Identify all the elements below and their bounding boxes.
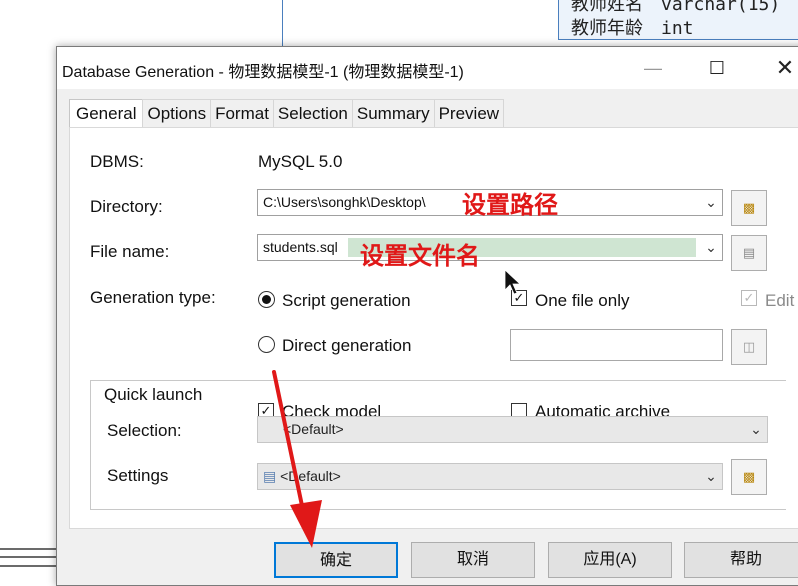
direct-generation-label[interactable]: Direct generation (282, 336, 411, 356)
check-model-label[interactable]: Check model (282, 402, 381, 416)
edit-label: Edit (765, 291, 795, 310)
directory-label: Directory: (90, 197, 163, 216)
filename-value: students.sql (263, 239, 338, 255)
chevron-down-icon[interactable]: ⌄ (700, 190, 722, 215)
script-generation-radio[interactable] (258, 291, 275, 308)
maximize-button[interactable]: ☐ (697, 53, 737, 83)
browse-settings-button[interactable]: ▩ (731, 459, 767, 495)
filename-combobox[interactable]: students.sql ⌄ (257, 234, 723, 261)
open-file-button[interactable]: ▤ (731, 235, 767, 271)
generation-type-label: Generation type: (90, 288, 216, 307)
selection-value: <Default> (283, 421, 344, 437)
chevron-down-icon[interactable]: ⌄ (700, 464, 722, 489)
browse-directory-button[interactable]: ▩ (731, 190, 767, 226)
one-file-only-checkbox[interactable]: ✓ (511, 290, 527, 306)
one-file-only-label[interactable]: One file only (535, 291, 630, 311)
dialog-titlebar[interactable]: Database Generation - 物理数据模型-1 (物理数据模型-1… (57, 47, 798, 89)
minimize-button[interactable]: — (633, 53, 673, 83)
edit-checkbox: ✓ (741, 290, 757, 306)
apply-button[interactable]: 应用(A) (548, 542, 672, 578)
script-generation-label[interactable]: Script generation (282, 291, 411, 311)
folder-icon: ▩ (742, 469, 756, 484)
dbms-value: MySQL 5.0 (258, 152, 343, 171)
chevron-down-icon[interactable]: ⌄ (745, 417, 767, 442)
close-button[interactable]: ✕ (765, 53, 798, 83)
tab-preview[interactable]: Preview (433, 99, 505, 127)
automatic-archive-label[interactable]: Automatic archive (535, 402, 670, 416)
tab-strip: General Options Format Selection Summary Prev… (69, 97, 505, 129)
directory-value: C:\Users\songhk\Desktop\ (263, 194, 426, 210)
settings-combobox[interactable]: ▤ <Default> ⌄ (257, 463, 723, 490)
tab-general[interactable]: General (69, 99, 144, 129)
document-icon: ▤ (742, 245, 756, 260)
annotation-set-path: 设置路径 (462, 192, 558, 219)
background-diagram-lines (0, 548, 58, 567)
selection-combobox[interactable]: <Default> ⌄ (257, 416, 768, 443)
tab-summary[interactable]: Summary (351, 99, 435, 127)
help-button[interactable]: 帮助 (684, 542, 798, 578)
background-entity-table: 教师姓名 varchar(15) 教师年龄 int (558, 0, 798, 40)
data-source-field[interactable] (510, 329, 723, 361)
tab-format[interactable]: Format (210, 99, 274, 127)
tab-selection[interactable]: Selection (272, 99, 353, 127)
settings-value: <Default> (280, 468, 341, 484)
selection-label: Selection: (107, 421, 182, 440)
cancel-button[interactable]: 取消 (411, 542, 535, 578)
settings-list-icon: ▤ (263, 468, 277, 484)
chevron-down-icon[interactable]: ⌄ (700, 235, 722, 260)
folder-icon: ▩ (742, 200, 756, 215)
background-connector-line (282, 0, 283, 46)
direct-generation-radio[interactable] (258, 336, 275, 353)
annotation-set-filename: 设置文件名 (360, 243, 480, 270)
background-table-row: 教师年龄 int (571, 18, 694, 39)
ok-button[interactable]: 确定 (274, 542, 398, 578)
database-icon: ◫ (742, 339, 756, 354)
connect-data-source-button: ◫ (731, 329, 767, 365)
quick-launch-title: Quick launch (98, 385, 209, 405)
dialog-title: Database Generation - 物理数据模型-1 (物理数据模型-1… (62, 64, 464, 81)
tab-options[interactable]: Options (142, 99, 212, 127)
dbms-label: DBMS: (90, 152, 144, 171)
settings-label: Settings (107, 466, 169, 485)
background-table-row: 教师姓名 varchar(15) (571, 0, 781, 15)
filename-label: File name: (90, 242, 170, 261)
